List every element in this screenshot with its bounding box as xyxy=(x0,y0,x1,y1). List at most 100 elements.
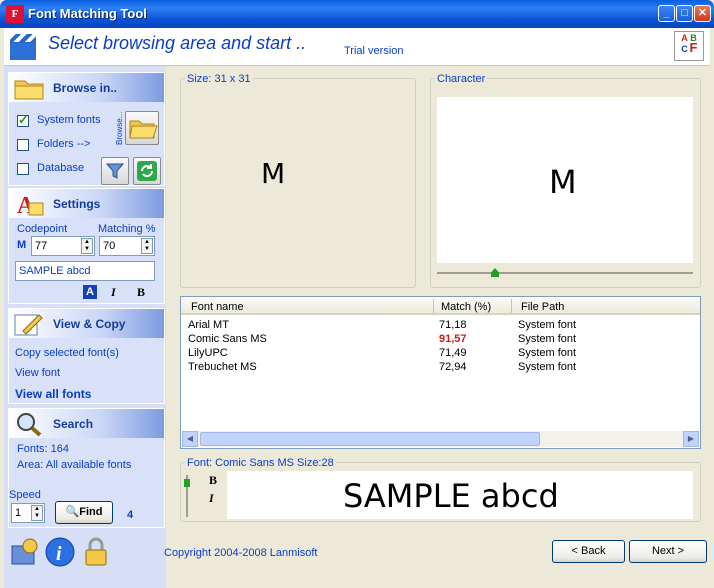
search-header[interactable]: Search xyxy=(9,409,164,438)
table-row[interactable]: Arial MT 71,18 System font xyxy=(181,319,700,333)
search-group: Search Fonts: 164 Area: All available fo… xyxy=(8,408,165,528)
logo-letter-f: F xyxy=(689,40,698,55)
back-button[interactable]: < Back xyxy=(552,540,625,563)
preview-italic-button[interactable]: I xyxy=(209,491,214,506)
preview-canvas: SAMPLE abcd xyxy=(227,471,693,519)
font-settings-icon: A xyxy=(17,193,44,217)
row-path: System font xyxy=(518,347,577,359)
matching-label: Matching % xyxy=(98,223,156,235)
sample-text-input[interactable]: SAMPLE abcd xyxy=(15,261,155,281)
column-match[interactable]: Match (%) xyxy=(441,301,491,313)
logo-letter-c: C xyxy=(681,44,688,54)
system-fonts-checkbox[interactable] xyxy=(17,112,29,128)
codepoint-value: 77 xyxy=(35,240,48,252)
scroll-thumb[interactable] xyxy=(200,432,540,446)
view-font-link[interactable]: View font xyxy=(15,367,60,379)
magnifier-icon xyxy=(17,413,42,437)
scroll-left-button[interactable]: ◀ xyxy=(182,431,198,447)
row-font-name: Comic Sans MS xyxy=(188,333,267,345)
folders-label: Folders --> xyxy=(37,138,91,150)
zoom-slider-track[interactable] xyxy=(437,272,693,274)
zoom-slider-thumb[interactable] xyxy=(491,268,499,277)
font-color-button[interactable]: A xyxy=(83,285,97,299)
matching-stepper[interactable]: 70 ▲ ▼ xyxy=(99,236,155,256)
refresh-button[interactable] xyxy=(133,157,161,185)
speed-stepper[interactable]: 1 ▲ ▼ xyxy=(11,503,45,523)
preview-sample-text: SAMPLE abcd xyxy=(343,477,559,515)
abc-logo: AB CF xyxy=(674,31,704,61)
codepoint-stepper[interactable]: 77 ▲ ▼ xyxy=(31,236,95,256)
header-band: Select browsing area and start .. Trial … xyxy=(4,28,710,66)
row-path: System font xyxy=(518,361,577,373)
scroll-right-button[interactable]: ▶ xyxy=(683,431,699,447)
row-font-name: Trebuchet MS xyxy=(188,361,257,373)
column-separator[interactable] xyxy=(511,299,512,313)
browse-header[interactable]: Browse in.. xyxy=(9,73,164,102)
character-glyph: M xyxy=(549,163,577,201)
copy-selected-fonts-link[interactable]: Copy selected font(s) xyxy=(15,347,119,359)
database-checkbox[interactable] xyxy=(17,163,29,175)
trial-label: Trial version xyxy=(344,45,404,57)
maximize-button[interactable]: □ xyxy=(676,5,693,22)
left-sidebar: Browse in.. System fonts Folders --> Dat… xyxy=(4,66,166,588)
matching-value: 70 xyxy=(103,240,116,252)
title-bar: F Font Matching Tool _ □ ✕ xyxy=(0,0,714,28)
speed-value: 1 xyxy=(15,507,22,519)
open-folder-icon xyxy=(129,120,158,139)
codepoint-spin-arrows[interactable]: ▲ ▼ xyxy=(81,238,93,254)
speed-spin-arrows[interactable]: ▲ ▼ xyxy=(31,505,43,521)
browse-vertical-label: Browse... xyxy=(115,111,124,145)
preview-size-slider-thumb[interactable] xyxy=(184,479,190,487)
preview-bold-button[interactable]: B xyxy=(209,473,217,488)
bold-button[interactable]: B xyxy=(137,285,145,300)
close-button[interactable]: ✕ xyxy=(694,5,711,22)
row-font-name: Arial MT xyxy=(188,319,229,331)
horizontal-scrollbar[interactable]: ◀ ▶ xyxy=(182,431,699,447)
matching-spin-arrows[interactable]: ▲ ▼ xyxy=(141,238,153,254)
logo-letter-a: A xyxy=(681,33,688,43)
system-fonts-label: System fonts xyxy=(37,114,101,126)
table-row[interactable]: Comic Sans MS 91,57 System font xyxy=(181,333,700,347)
column-separator[interactable] xyxy=(433,299,434,313)
size-panel: Size: 31 x 31 M xyxy=(180,73,416,288)
settings-tools-icon[interactable] xyxy=(8,536,42,570)
size-glyph: M xyxy=(261,157,286,190)
table-row[interactable]: LilyUPC 71,49 System font xyxy=(181,347,700,361)
lock-icon[interactable] xyxy=(80,536,112,568)
clapperboard-icon xyxy=(10,34,36,60)
search-area: Area: All available fonts xyxy=(17,459,132,471)
view-copy-header[interactable]: View & Copy xyxy=(9,309,164,338)
settings-header[interactable]: A Settings xyxy=(9,189,164,218)
minimize-button[interactable]: _ xyxy=(658,5,675,22)
copyright-text: Copyright 2004-2008 Lanmisoft xyxy=(164,547,318,559)
browse-title: Browse in.. xyxy=(53,81,118,95)
row-match: 72,94 xyxy=(439,361,467,373)
next-button[interactable]: Next > xyxy=(629,540,707,563)
folder-icon xyxy=(14,80,44,100)
refresh-icon xyxy=(137,161,157,181)
info-icon[interactable]: i xyxy=(44,536,76,568)
browse-group: Browse in.. System fonts Folders --> Dat… xyxy=(8,72,165,186)
row-path: System font xyxy=(518,319,577,331)
preview-panel: Font: Comic Sans MS Size:28 B I SAMPLE a… xyxy=(180,457,701,522)
search-title: Search xyxy=(53,417,94,431)
view-all-fonts-link[interactable]: View all fonts xyxy=(15,387,91,401)
filter-icon xyxy=(105,163,125,179)
fonts-count: Fonts: 164 xyxy=(17,443,69,455)
settings-title: Settings xyxy=(53,197,101,211)
column-file-path[interactable]: File Path xyxy=(521,301,564,313)
table-row[interactable]: Trebuchet MS 72,94 System font xyxy=(181,361,700,375)
size-label: Size: 31 x 31 xyxy=(185,73,253,85)
view-copy-title: View & Copy xyxy=(53,317,126,331)
folders-checkbox[interactable] xyxy=(17,139,29,151)
column-font-name[interactable]: Font name xyxy=(191,301,244,313)
find-label: Find xyxy=(79,506,103,518)
row-match-best: 91,57 xyxy=(439,333,467,345)
preview-label: Font: Comic Sans MS Size:28 xyxy=(185,457,336,469)
italic-button[interactable]: I xyxy=(111,285,116,300)
browse-folder-button[interactable] xyxy=(125,111,159,145)
results-table: Font name Match (%) File Path Arial MT 7… xyxy=(180,296,701,449)
pencil-icon xyxy=(14,314,43,336)
filter-button[interactable] xyxy=(101,157,129,185)
find-button[interactable]: 🔍Find xyxy=(55,501,113,524)
